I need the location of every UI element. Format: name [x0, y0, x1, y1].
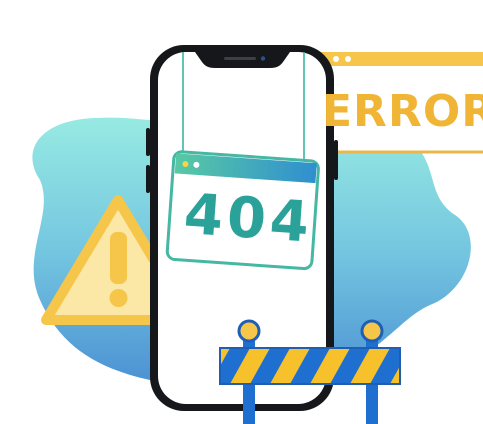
error-404-illustration: ERROR 404	[0, 0, 483, 424]
error-sign-text: ERROR	[322, 86, 483, 137]
window-dot-icon	[345, 56, 351, 62]
window-dot-icon	[333, 56, 339, 62]
error-code-404: 404	[181, 181, 316, 256]
